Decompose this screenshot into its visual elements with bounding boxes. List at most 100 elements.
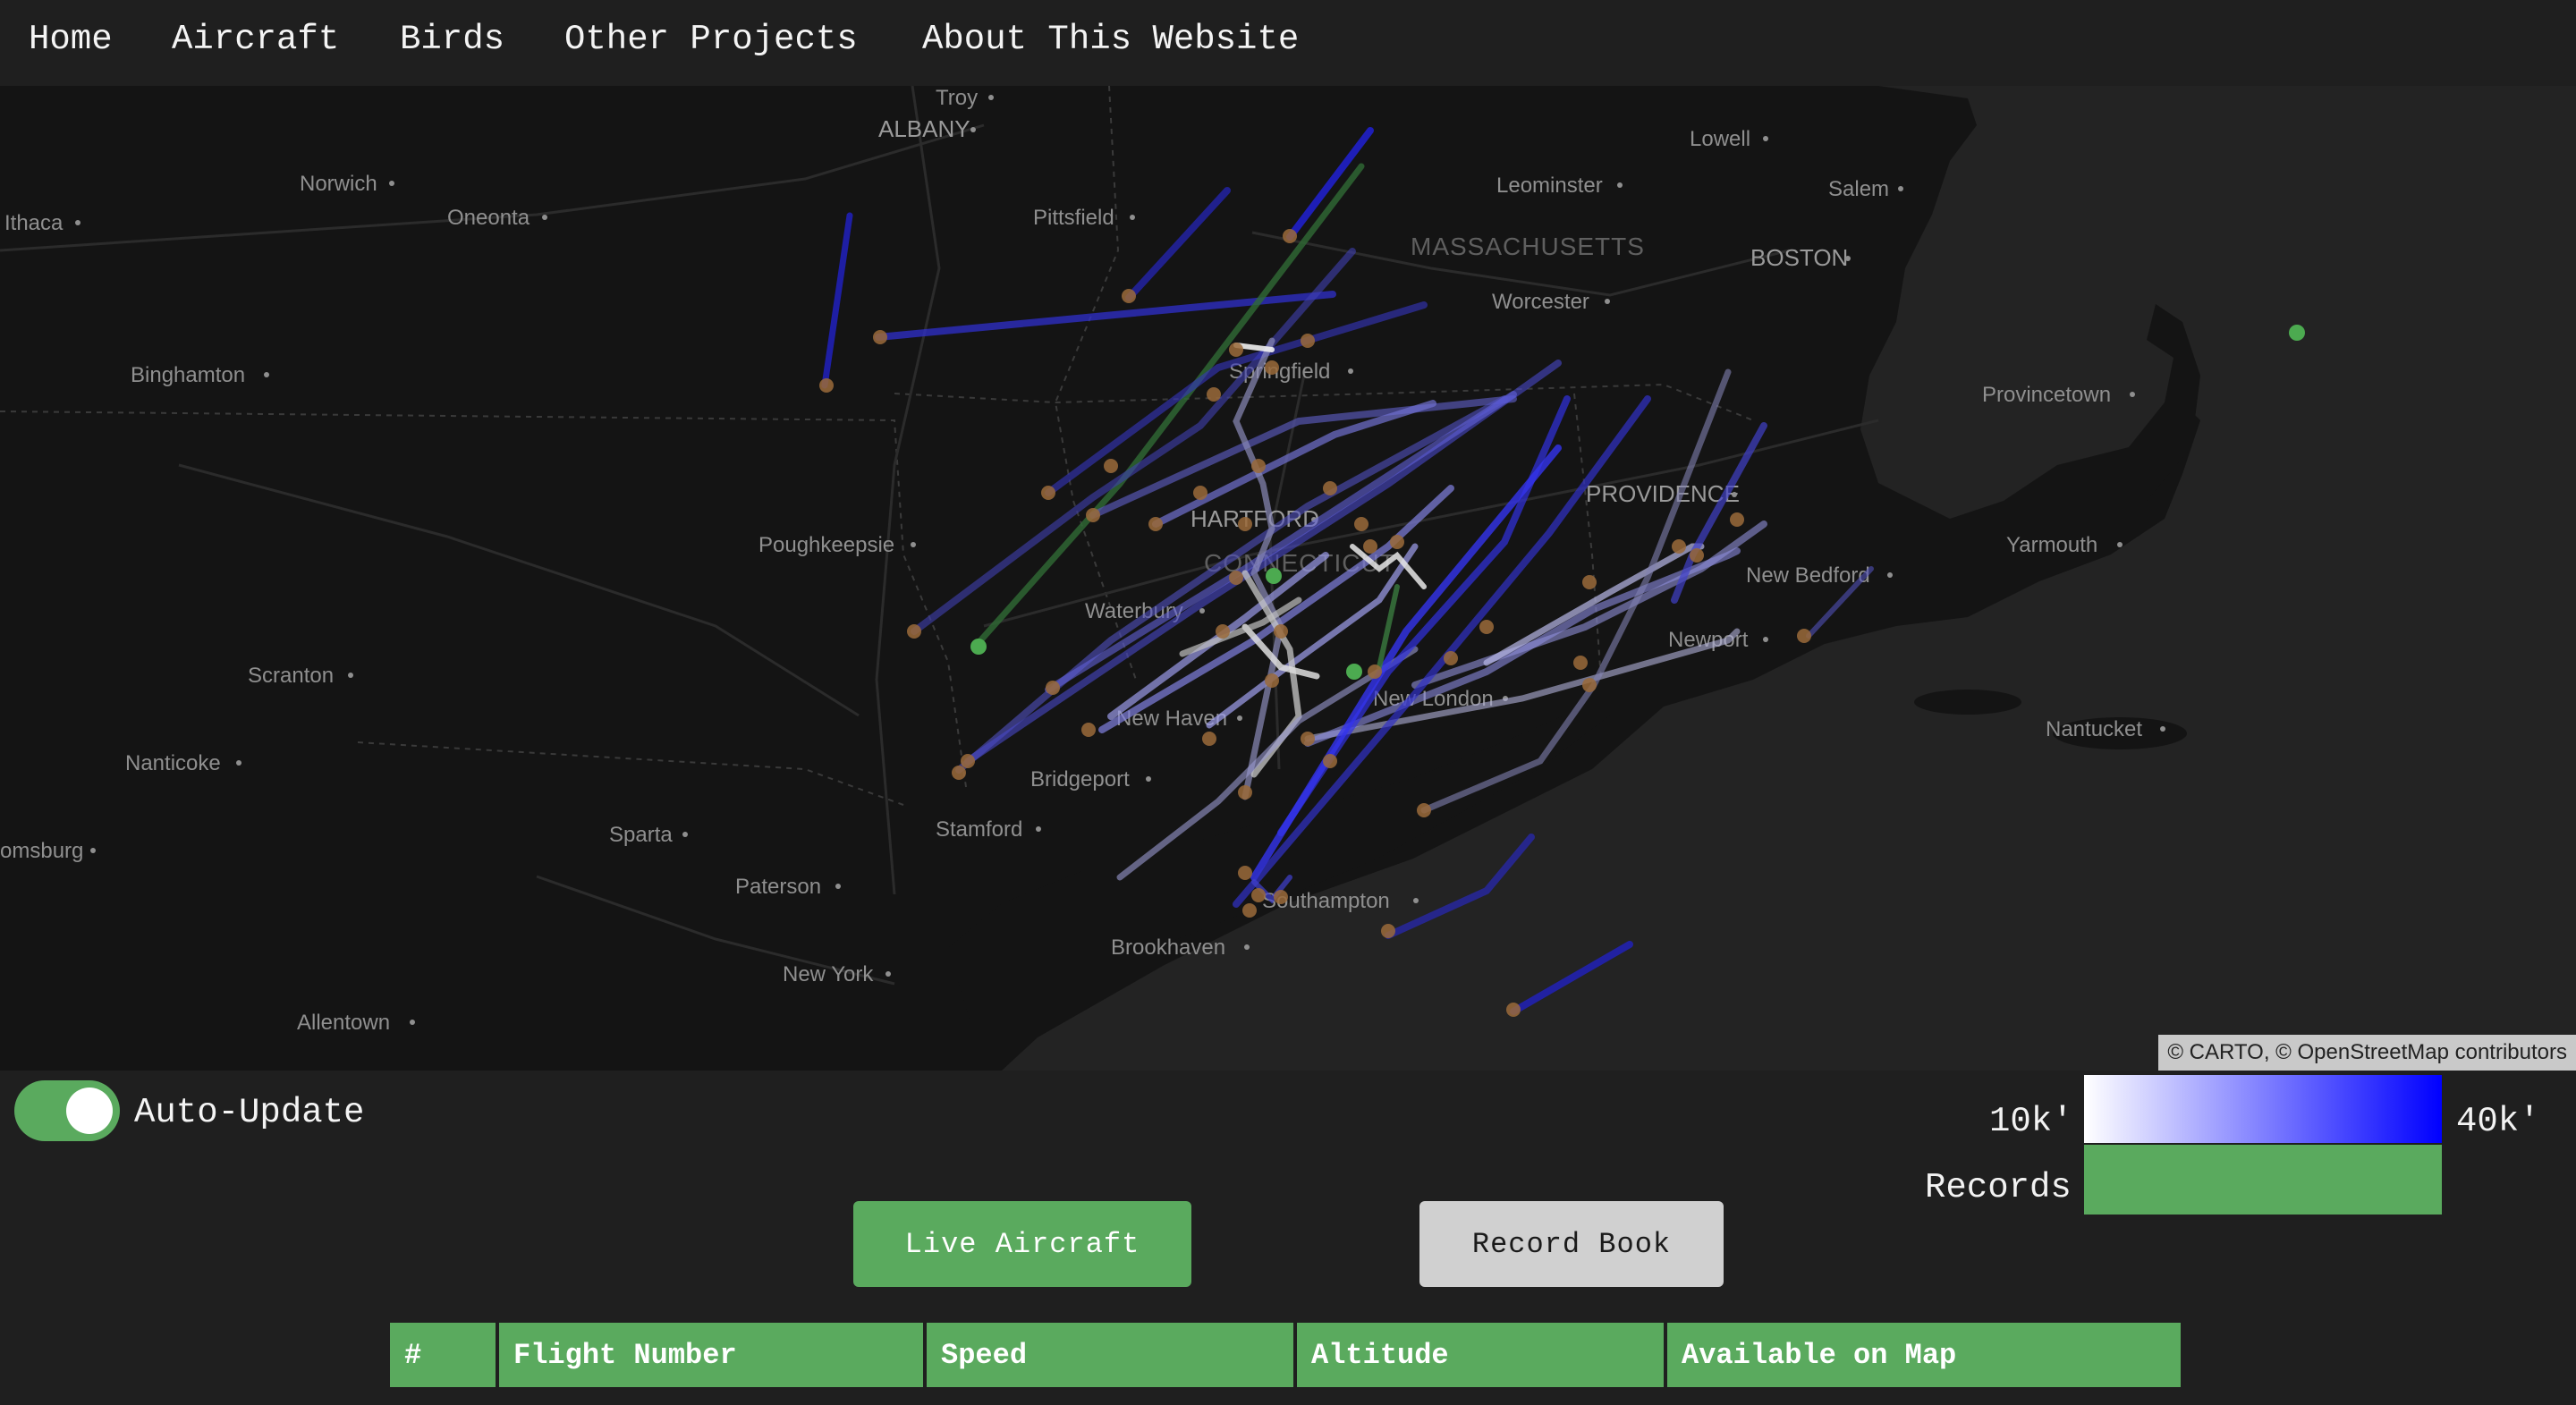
city-label: New York — [783, 962, 874, 986]
city-label: Nantucket — [2046, 717, 2142, 741]
aircraft-marker — [1202, 732, 1216, 746]
flight-map[interactable]: Troy ALBANY Norwich Ithaca Oneonta Pitts… — [0, 86, 2576, 1071]
record-marker — [1266, 568, 1282, 584]
map-attribution[interactable]: © CARTO, © OpenStreetMap contributors — [2158, 1035, 2576, 1071]
aircraft-marker — [1229, 571, 1243, 585]
city-label: ALBANY — [878, 115, 970, 142]
aircraft-marker — [1506, 1003, 1521, 1017]
state-label: MASSACHUSETTS — [1411, 233, 1645, 260]
aircraft-marker — [1193, 486, 1208, 500]
aircraft-marker — [1573, 656, 1588, 670]
city-label: Pittsfield — [1033, 206, 1114, 230]
live-aircraft-button[interactable]: Live Aircraft — [853, 1201, 1191, 1287]
aircraft-marker — [1672, 539, 1686, 554]
city-label: PROVIDENCE — [1586, 480, 1740, 507]
aircraft-marker — [1323, 481, 1337, 495]
city-label: Provincetown — [1982, 383, 2111, 407]
aircraft-marker — [1238, 517, 1252, 531]
city-label: Paterson — [735, 875, 821, 899]
column-header-altitude[interactable]: Altitude — [1297, 1323, 1664, 1387]
aircraft-marker — [1229, 343, 1243, 357]
aircraft-marker — [961, 754, 975, 768]
record-book-button[interactable]: Record Book — [1419, 1201, 1724, 1287]
aircraft-marker — [819, 378, 834, 393]
map-canvas[interactable]: Troy ALBANY Norwich Ithaca Oneonta Pitts… — [0, 86, 2576, 1071]
city-label: BOSTON — [1750, 244, 1848, 271]
city-label: Yarmouth — [2006, 533, 2097, 557]
top-nav: Home Aircraft Birds Other Projects About… — [0, 0, 2576, 86]
legend-low-label: 10k' — [1989, 1102, 2073, 1141]
auto-update-label: Auto-Update — [134, 1093, 365, 1132]
record-marker — [1346, 664, 1362, 680]
legend-records-label: Records — [1925, 1168, 2072, 1207]
aircraft-marker — [1582, 575, 1597, 589]
aircraft-marker — [1363, 539, 1377, 554]
column-header-available-on-map[interactable]: Available on Map — [1667, 1323, 2181, 1387]
aircraft-marker — [1283, 229, 1297, 243]
aircraft-marker — [1122, 289, 1136, 303]
aircraft-marker — [1582, 678, 1597, 692]
aircraft-marker — [1041, 486, 1055, 500]
aircraft-marker — [873, 330, 887, 344]
flights-table-header: # Flight Number Speed Altitude Available… — [390, 1323, 2181, 1387]
aircraft-marker — [1148, 517, 1163, 531]
aircraft-marker — [1265, 360, 1279, 375]
city-label: New Bedford — [1746, 563, 1870, 588]
aircraft-marker — [1238, 785, 1252, 800]
auto-update-toggle[interactable] — [14, 1080, 120, 1141]
city-label: Salem — [1828, 177, 1889, 201]
city-label: Troy — [936, 86, 978, 110]
aircraft-marker — [1251, 459, 1266, 473]
nav-home[interactable]: Home — [29, 20, 113, 59]
aircraft-marker — [1444, 651, 1458, 665]
toggle-knob — [66, 1088, 113, 1134]
aircraft-marker — [1242, 903, 1257, 918]
city-label: Bridgeport — [1030, 767, 1130, 791]
aircraft-marker — [1797, 629, 1811, 643]
city-label: Nanticoke — [125, 751, 221, 775]
aircraft-marker — [1479, 620, 1494, 634]
city-label: Scranton — [248, 664, 334, 688]
city-label: Leominster — [1496, 174, 1603, 198]
aircraft-marker — [1301, 732, 1315, 746]
aircraft-marker — [1381, 924, 1395, 938]
nav-about[interactable]: About This Website — [922, 20, 1299, 59]
nav-aircraft[interactable]: Aircraft — [172, 20, 339, 59]
city-label: Ithaca — [4, 211, 64, 235]
column-header-index[interactable]: # — [390, 1323, 496, 1387]
city-label: Poughkeepsie — [758, 533, 894, 557]
city-label: omsburg — [0, 839, 83, 863]
records-swatch — [2084, 1145, 2442, 1215]
marthas-vineyard — [1914, 690, 2021, 715]
nav-birds[interactable]: Birds — [400, 20, 504, 59]
aircraft-marker — [1086, 508, 1100, 522]
aircraft-marker — [952, 766, 966, 780]
aircraft-marker — [1354, 517, 1368, 531]
altitude-gradient — [2084, 1075, 2442, 1143]
aircraft-marker — [1301, 334, 1315, 348]
city-label: Norwich — [300, 172, 377, 196]
aircraft-marker — [1046, 681, 1060, 695]
aircraft-marker — [1690, 548, 1704, 563]
city-label: Binghamton — [131, 363, 245, 387]
aircraft-marker — [1368, 664, 1382, 679]
city-label: Stamford — [936, 817, 1022, 842]
nav-other-projects[interactable]: Other Projects — [564, 20, 858, 59]
aircraft-marker — [1207, 387, 1221, 402]
city-label: Oneonta — [447, 206, 530, 230]
legend-high-label: 40k' — [2456, 1102, 2540, 1141]
aircraft-marker — [1417, 803, 1431, 817]
column-header-speed[interactable]: Speed — [927, 1323, 1293, 1387]
aircraft-marker — [1216, 624, 1230, 639]
aircraft-marker — [1730, 512, 1744, 527]
aircraft-marker — [1104, 459, 1118, 473]
record-marker — [2289, 325, 2305, 341]
city-label: Allentown — [297, 1011, 390, 1035]
aircraft-marker — [1390, 535, 1404, 549]
aircraft-marker — [1265, 673, 1279, 688]
column-header-flight-number[interactable]: Flight Number — [499, 1323, 923, 1387]
aircraft-marker — [1274, 890, 1288, 904]
city-label: Brookhaven — [1111, 935, 1225, 960]
aircraft-marker — [1251, 888, 1266, 902]
record-marker — [970, 639, 987, 655]
